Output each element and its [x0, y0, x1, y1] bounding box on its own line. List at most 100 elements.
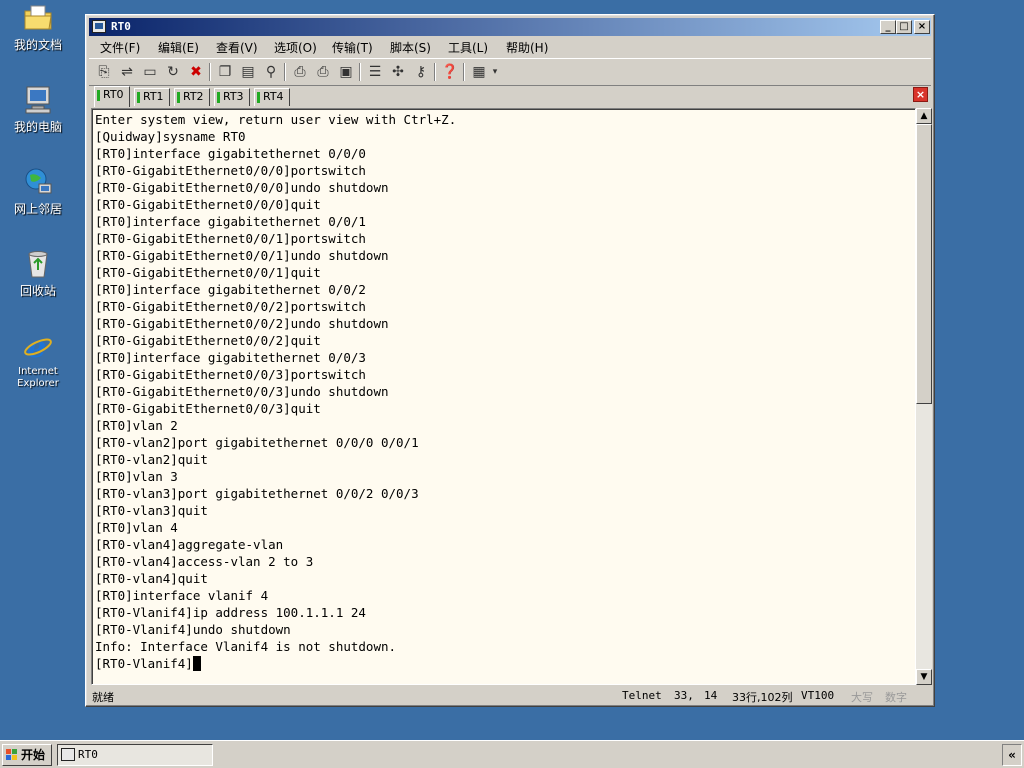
desktop-icon-label: 我的电脑 — [13, 120, 62, 134]
terminal-line: [RT0-vlan3]port gigabitethernet 0/0/2 0/… — [95, 486, 419, 501]
status-term-type: VT100 — [801, 689, 835, 702]
tab-rt2[interactable]: RT2 — [174, 88, 210, 106]
menu-tools[interactable]: 工具(L) — [448, 39, 488, 56]
desktop-icon-my-computer[interactable]: 我的电脑 — [6, 84, 70, 134]
copy-icon[interactable]: ❐ — [215, 62, 235, 82]
taskbar-window-button[interactable]: RT0 — [57, 744, 213, 766]
session-icon[interactable]: ▭ — [140, 62, 160, 82]
terminal-line: [RT0-vlan3]quit — [95, 503, 208, 518]
terminal-line: [RT0-Vlanif4]undo shutdown — [95, 622, 291, 637]
status-protocol: Telnet — [622, 689, 662, 702]
help-icon[interactable]: ❓ — [440, 62, 460, 82]
terminal-line: [RT0-GigabitEthernet0/0/0]quit — [95, 197, 321, 212]
terminal-line: [RT0]vlan 2 — [95, 418, 178, 433]
tray-expand-button[interactable]: « — [1002, 744, 1022, 766]
terminal-line: [RT0-GigabitEthernet0/0/2]portswitch — [95, 299, 366, 314]
paste-icon[interactable]: ▤ — [238, 62, 258, 82]
tab-rt0[interactable]: RT0 — [94, 86, 130, 107]
scroll-track-upper[interactable] — [916, 124, 932, 404]
desktop-icon-internet-explorer[interactable]: e Internet Explorer — [6, 330, 70, 390]
taskbar: 开始 RT0 « — [0, 740, 1024, 768]
session-options-icon[interactable]: ☰ — [365, 62, 385, 82]
scroll-up-button[interactable]: ▲ — [916, 108, 932, 124]
terminal-line: [RT0-vlan4]access-vlan 2 to 3 — [95, 554, 314, 569]
vertical-scrollbar[interactable]: ▲ ▼ — [916, 108, 932, 685]
status-ready: 就绪 — [92, 691, 114, 704]
session-tabs: RT0 RT1 RT2 RT3 RT4 × — [89, 86, 931, 107]
terminal-line: [RT0-GigabitEthernet0/0/1]quit — [95, 265, 321, 280]
menu-view[interactable]: 查看(V) — [216, 39, 258, 56]
menu-transfer[interactable]: 传输(T) — [332, 39, 373, 56]
menu-bar: 文件(F) 编辑(E) 查看(V) 选项(O) 传输(T) 脚本(S) 工具(L… — [89, 37, 931, 56]
taskbar-window-label: RT0 — [78, 748, 98, 761]
terminal-line: [RT0-GigabitEthernet0/0/1]undo shutdown — [95, 248, 389, 263]
desktop-icon-my-documents[interactable]: 我的文档 — [6, 2, 70, 52]
terminal-line: [RT0-GigabitEthernet0/0/3]quit — [95, 401, 321, 416]
toolbar-separator — [209, 63, 211, 81]
desktop-icon-label: 我的文档 — [13, 38, 62, 52]
menu-script[interactable]: 脚本(S) — [390, 39, 431, 56]
window-titlebar[interactable]: RT0 _ □ × — [89, 18, 931, 36]
terminal-line: [RT0-vlan4]quit — [95, 571, 208, 586]
terminal-line: [RT0-GigabitEthernet0/0/0]portswitch — [95, 163, 366, 178]
toolbar-separator — [284, 63, 286, 81]
toolbar-separator — [463, 63, 465, 81]
terminal-line: [RT0-Vlanif4]ip address 100.1.1.1 24 — [95, 605, 366, 620]
global-options-icon[interactable]: ✣ — [388, 62, 408, 82]
menu-file[interactable]: 文件(F) — [100, 39, 140, 56]
start-button[interactable]: 开始 — [2, 744, 52, 766]
windows-logo-icon — [6, 749, 18, 761]
desktop-icon-recycle-bin[interactable]: 回收站 — [6, 248, 70, 298]
menu-edit[interactable]: 编辑(E) — [158, 39, 199, 56]
toolbar-separator — [434, 63, 436, 81]
print-setup-icon[interactable]: ⎙ — [290, 62, 310, 82]
tab-rt1[interactable]: RT1 — [134, 88, 170, 106]
print-screen-icon[interactable]: ⎙ — [313, 62, 333, 82]
reconnect-icon[interactable]: ↻ — [163, 62, 183, 82]
terminal-line: Enter system view, return user view with… — [95, 112, 457, 127]
terminal-line: [RT0]vlan 3 — [95, 469, 178, 484]
keymap-icon[interactable]: ▦ — [469, 62, 489, 82]
desktop-icon-label: Internet Explorer — [17, 366, 59, 389]
disconnect-icon[interactable]: ✖ — [186, 62, 206, 82]
terminal-line: [RT0-GigabitEthernet0/0/3]portswitch — [95, 367, 366, 382]
toolbar-dropdown-icon[interactable]: ▾ — [489, 62, 501, 82]
menu-help[interactable]: 帮助(H) — [506, 39, 548, 56]
menu-options[interactable]: 选项(O) — [274, 39, 317, 56]
terminal-line: [RT0]interface gigabitethernet 0/0/3 — [95, 350, 366, 365]
terminal-line: [RT0-GigabitEthernet0/0/2]undo shutdown — [95, 316, 389, 331]
status-size: 33行,102列 — [732, 691, 793, 704]
close-tab-icon[interactable]: × — [913, 87, 928, 102]
terminal-line: [RT0-vlan2]port gigabitethernet 0/0/0 0/… — [95, 435, 419, 450]
start-label: 开始 — [21, 748, 46, 762]
terminal-line: [RT0-vlan4]aggregate-vlan — [95, 537, 284, 552]
terminal-line: Info: Interface Vlanif4 is not shutdown. — [95, 639, 397, 654]
computer-icon — [22, 84, 54, 116]
scroll-down-button[interactable]: ▼ — [916, 669, 932, 685]
terminal-output[interactable]: Enter system view, return user view with… — [91, 108, 916, 685]
tab-rt3[interactable]: RT3 — [214, 88, 250, 106]
quick-connect-icon[interactable]: ⇌ — [117, 62, 137, 82]
tab-rt4[interactable]: RT4 — [254, 88, 290, 106]
status-num: 数字 — [885, 691, 907, 704]
terminal-line: [RT0-GigabitEthernet0/0/2]quit — [95, 333, 321, 348]
terminal-window: RT0 _ □ × 文件(F) 编辑(E) 查看(V) 选项(O) 传输(T) … — [85, 14, 935, 707]
folder-documents-icon — [22, 2, 54, 34]
close-button[interactable]: × — [914, 20, 930, 34]
terminal-line: [RT0-GigabitEthernet0/0/1]portswitch — [95, 231, 366, 246]
find-icon[interactable]: ⚲ — [261, 62, 281, 82]
toolbar-separator — [359, 63, 361, 81]
app-icon — [92, 20, 106, 33]
print-icon[interactable]: ▣ — [336, 62, 356, 82]
maximize-button[interactable]: □ — [896, 20, 912, 34]
terminal-line: [RT0]interface gigabitethernet 0/0/2 — [95, 282, 366, 297]
desktop-icon-label: 回收站 — [19, 284, 56, 298]
terminal-line: [RT0]interface gigabitethernet 0/0/1 — [95, 214, 366, 229]
internet-explorer-icon: e — [22, 330, 54, 365]
key-icon[interactable]: ⚷ — [411, 62, 431, 82]
status-col: 14 — [704, 689, 718, 702]
minimize-button[interactable]: _ — [880, 20, 896, 34]
desktop-icon-network[interactable]: 网上邻居 — [6, 166, 70, 216]
terminal-line: [RT0-GigabitEthernet0/0/0]undo shutdown — [95, 180, 389, 195]
connect-icon[interactable]: ⎘ — [94, 62, 114, 82]
